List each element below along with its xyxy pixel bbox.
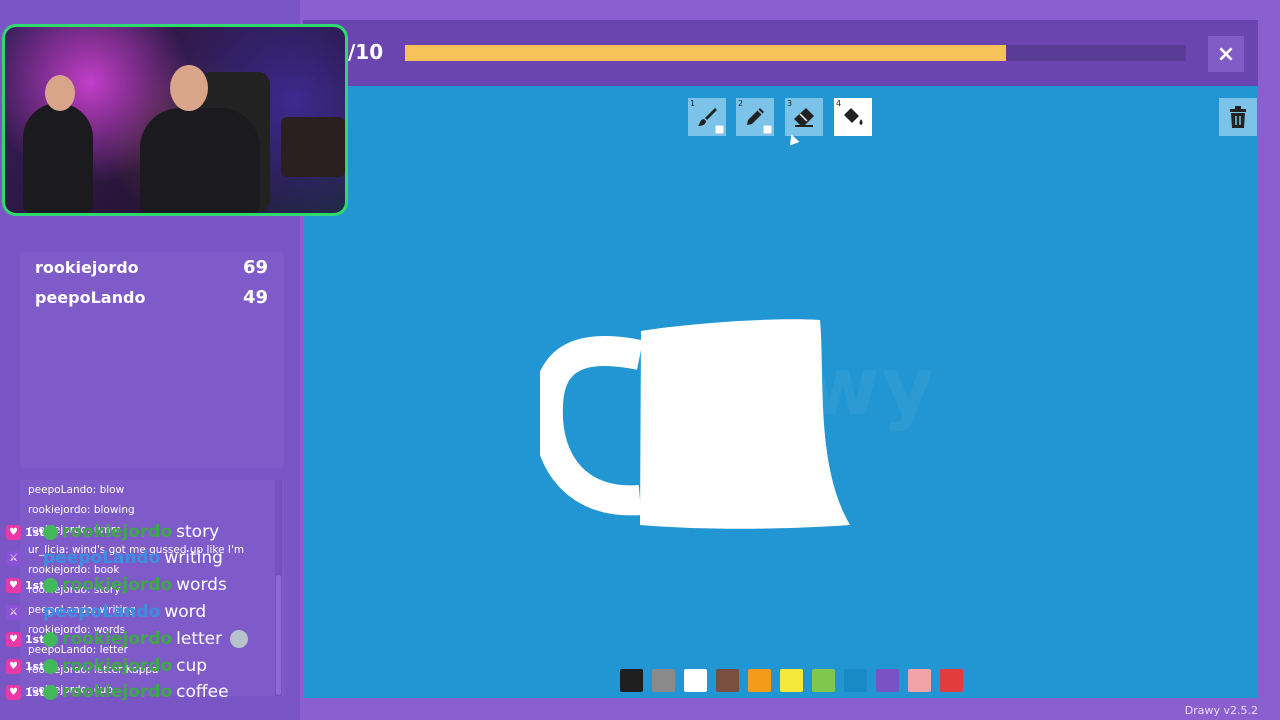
rank-badge: 1st: [25, 578, 45, 592]
score-row: peepoLando 49: [20, 282, 284, 312]
overlay-message: story: [176, 522, 220, 542]
overlay-chat-line: ⚔ peepoLando writing: [6, 548, 223, 568]
overlay-chat-line: ♥ 1st rookiejordo words: [6, 575, 227, 595]
heart-badge-icon: ♥: [6, 658, 21, 674]
color-swatch[interactable]: [620, 669, 643, 692]
tool-hotkey: 4: [836, 99, 842, 108]
overlay-username: peepoLando: [43, 548, 161, 568]
overlay-username: rookiejordo: [62, 522, 173, 542]
overlay-message: word: [164, 602, 207, 622]
heart-badge-icon: ♥: [6, 631, 21, 647]
rank-badge: 1st: [25, 525, 45, 539]
chat-message: peepoLando: blow: [28, 484, 125, 496]
color-swatch[interactable]: [684, 669, 707, 692]
color-swatch[interactable]: [716, 669, 739, 692]
rank-badge: 1st: [25, 659, 45, 673]
chat-message: rookiejordo: blowing: [28, 504, 135, 516]
heart-badge-icon: ♥: [6, 684, 21, 700]
overlay-username: rookiejordo: [62, 575, 173, 595]
mug-drawing: [540, 319, 850, 529]
overlay-chat-line: ♥ 1st rookiejordo cup: [6, 656, 207, 676]
overlay-chat-line: ♥ 1st rookiejordo story: [6, 522, 219, 542]
version-label: Drawy v2.5.2: [1184, 704, 1258, 717]
clear-canvas-button[interactable]: [1219, 98, 1257, 136]
color-swatch[interactable]: [812, 669, 835, 692]
rank-badge: 1st: [25, 632, 45, 646]
player-score: 49: [242, 286, 268, 308]
stream-chat-overlay: ♥ 1st rookiejordo story ⚔ peepoLando writing ♥ 1…: [0, 522, 300, 712]
player-name: peepoLando: [35, 287, 146, 307]
tool-hotkey: 3: [787, 99, 793, 108]
color-swatch[interactable]: [780, 669, 803, 692]
tool-size-indicator: [715, 125, 724, 134]
overlay-username: peepoLando: [43, 602, 161, 622]
overlay-message: cup: [176, 656, 208, 676]
overlay-chat-line: ♥ 1st rookiejordo coffee: [6, 682, 229, 702]
color-swatch[interactable]: [652, 669, 675, 692]
timer-progress-bar: [405, 45, 1186, 61]
overlay-message: coffee: [176, 682, 229, 702]
overlay-username: rookiejordo: [62, 656, 173, 676]
overlay-chat-line: ♥ 1st rookiejordo letter: [6, 629, 249, 649]
alien-emote-icon: [43, 684, 58, 700]
overlay-username: rookiejordo: [62, 682, 173, 702]
alien-emote-icon: [43, 524, 58, 540]
streamer-left: [23, 103, 93, 213]
sword-badge-icon: ⚔: [6, 604, 21, 620]
sword-badge-icon: ⚔: [6, 550, 21, 566]
tool-hotkey: 2: [738, 99, 744, 108]
scoreboard: rookiejordo 69 peepoLando 49: [20, 252, 284, 468]
color-swatch[interactable]: [748, 669, 771, 692]
pencil-tool-button[interactable]: 2: [736, 98, 774, 136]
eraser-icon: [794, 108, 814, 127]
tool-size-indicator: [763, 125, 772, 134]
heart-badge-icon: ♥: [6, 577, 21, 593]
player-score: 69: [242, 256, 268, 278]
color-swatch[interactable]: [876, 669, 899, 692]
webcam-overlay: [2, 24, 348, 216]
alien-emote-icon: [43, 631, 58, 647]
eraser-tool-button[interactable]: 3: [785, 98, 823, 136]
color-swatch[interactable]: [940, 669, 963, 692]
webcam-background-shelf: [281, 117, 345, 177]
color-swatch[interactable]: [908, 669, 931, 692]
rank-badge: 1st: [25, 685, 45, 699]
overlay-chat-line: ⚔ peepoLando word: [6, 602, 206, 622]
overlay-username: rookiejordo: [62, 629, 173, 649]
fill-bucket-icon: [844, 108, 863, 125]
streamer-right-head: [170, 65, 208, 111]
score-row: rookiejordo 69: [20, 252, 284, 282]
overlay-message: words: [176, 575, 227, 595]
heart-badge-icon: ♥: [6, 524, 21, 540]
overlay-message: writing: [164, 548, 223, 568]
alien-emote-icon: [43, 658, 58, 674]
alien-emote-icon: [43, 577, 58, 593]
brush-tool-button[interactable]: 1: [688, 98, 726, 136]
kappa-emote-icon: [230, 630, 249, 648]
timer-progress-fill: [405, 45, 1007, 61]
trash-icon: [1230, 106, 1246, 128]
player-name: rookiejordo: [35, 257, 139, 277]
overlay-message: letter: [176, 629, 223, 649]
close-button[interactable]: ×: [1208, 36, 1244, 72]
streamer-right: [140, 108, 260, 213]
color-swatch[interactable]: [844, 669, 867, 692]
fill-tool-button[interactable]: 4: [834, 98, 872, 136]
streamer-left-head: [45, 75, 75, 111]
round-counter: /10: [348, 40, 384, 64]
tool-hotkey: 1: [690, 99, 696, 108]
